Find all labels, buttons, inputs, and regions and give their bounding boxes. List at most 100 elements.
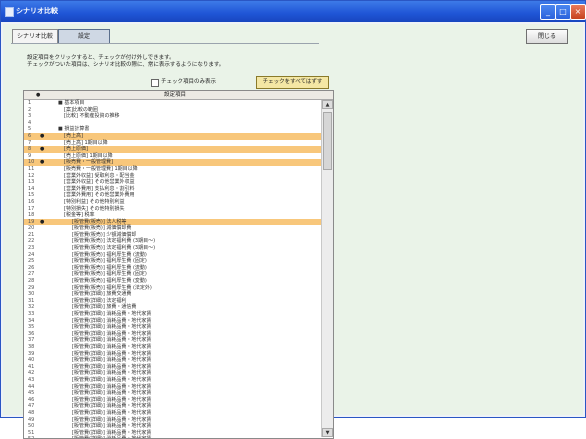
row-label: [販管費(詳細)] 消耗品費・地代家賃 [72, 357, 152, 364]
list-item[interactable]: 45 [販管費(詳細)] 消耗品費・地代家賃 [24, 390, 321, 397]
list-item[interactable]: 21 [販管費(販売)] 少額減価償却 [24, 232, 321, 239]
close-button[interactable]: 閉じる [526, 29, 568, 44]
list-item[interactable]: 20 [販管費(販売)] 減価償却費 [24, 225, 321, 232]
list-item[interactable]: 6 ● [売上高] [24, 132, 321, 140]
list-item[interactable]: 18 [税金等] 税率 [24, 212, 321, 219]
row-number: 2 [28, 106, 32, 113]
row-number: 13 [28, 179, 35, 186]
list-item[interactable]: 36 [販管費(詳細)] 消耗品費・地代家賃 [24, 331, 321, 338]
list-item[interactable]: 37 [販管費(詳細)] 消耗品費・地代家賃 [24, 337, 321, 344]
list-item[interactable]: 11 [販売費・一般管理費] 1期目以降 [24, 166, 321, 173]
list-item[interactable]: 31 [販管費(詳細)] 法定福利 [24, 298, 321, 305]
row-number: 46 [28, 396, 35, 403]
row-label: [営業外費用] その他営業外費用 [64, 192, 135, 199]
row-number: 45 [28, 390, 35, 397]
list-item[interactable]: 23 [販管費(販売)] 法定福利費 (3期目〜) [24, 245, 321, 252]
row-number: 1 [28, 100, 32, 106]
list-item[interactable]: 51 [販管費(詳細)] 消耗品費・地代家賃 [24, 430, 321, 437]
header-title-column: 設定項目 [164, 92, 187, 98]
row-number: 49 [28, 416, 35, 423]
list-item[interactable]: 46 [販管費(詳細)] 消耗品費・地代家賃 [24, 397, 321, 404]
scroll-thumb[interactable] [323, 112, 332, 170]
row-label: [販管費(販売)] 福利厚生費 (変動) [72, 278, 147, 285]
vertical-scrollbar[interactable]: ▲ ▼ [321, 100, 333, 437]
list-item[interactable]: 48 [販管費(詳細)] 消耗品費・地代家賃 [24, 410, 321, 417]
list-item[interactable]: 49 [販管費(詳細)] 消耗品費・地代家賃 [24, 417, 321, 424]
row-label: [販管費(詳細)] 消耗品費・地代家賃 [72, 311, 152, 317]
row-number: 43 [28, 376, 35, 383]
row-number: 41 [28, 363, 35, 370]
list-item[interactable]: 24 [販管費(販売)] 福利厚生費 (流動) [24, 252, 321, 259]
list-item[interactable]: 33 [販管費(詳細)] 消耗品費・地代家賃 [24, 311, 321, 318]
list-item[interactable]: 35 [販管費(詳細)] 消耗品費・地代家賃 [24, 324, 321, 331]
tab-scenario-compare[interactable]: シナリオ比較 [12, 29, 58, 44]
row-number: 44 [28, 383, 35, 390]
list-item[interactable]: 47 [販管費(詳細)] 消耗品費・地代家賃 [24, 403, 321, 410]
list-rows: 1 ■ 基本項目 2 [案]比較の範囲 3 [比較] 不動産投資の推移 4 5 ■ 損益計算書 6… [24, 100, 321, 438]
row-number: 39 [28, 350, 35, 357]
list-item[interactable]: 32 [販管費(詳細)] 旅費・通信費 [24, 304, 321, 311]
row-number: 25 [28, 258, 35, 265]
row-label: [売上原価] [64, 146, 88, 153]
uncheck-all-button[interactable]: チェックをすべてはずす [256, 76, 329, 89]
list-item[interactable]: 29 [販管費(販売)] 福利厚生費 (法定外) [24, 285, 321, 292]
title-bar[interactable]: シナリオ比較 _ □ × [1, 1, 586, 22]
row-number: 40 [28, 357, 35, 364]
list-item[interactable]: 10 ● [販売費・一般管理費] [24, 159, 321, 166]
list-item[interactable]: 34 [販管費(詳細)] 消耗品費・地代家賃 [24, 318, 321, 325]
list-item[interactable]: 44 [販管費(詳細)] 消耗品費・地代家賃 [24, 384, 321, 391]
check-mark: ● [40, 146, 45, 153]
list-item[interactable]: 16 [特別利益] その他特別利益 [24, 199, 321, 206]
list-item[interactable]: 28 [販管費(販売)] 福利厚生費 (変動) [24, 278, 321, 285]
list-item[interactable]: 50 [販管費(詳細)] 消耗品費・地代家賃 [24, 423, 321, 430]
row-number: 12 [28, 172, 35, 179]
scroll-up-button[interactable]: ▲ [322, 100, 333, 109]
scroll-down-button[interactable]: ▼ [322, 428, 333, 437]
list-item[interactable]: 25 [販管費(販売)] 福利厚生費 (固定) [24, 258, 321, 265]
list-item[interactable]: 39 [販管費(詳細)] 消耗品費・地代家賃 [24, 351, 321, 358]
list-item[interactable]: 30 [販管費(詳細)] 旅費交通費 [24, 291, 321, 298]
list-item[interactable]: 43 [販管費(詳細)] 消耗品費・地代家賃 [24, 377, 321, 384]
row-label: [販管費(詳細)] 消耗品費・地代家賃 [72, 343, 152, 350]
row-number: 10 [28, 159, 35, 166]
tab-settings[interactable]: 設定 [58, 29, 110, 44]
list-item[interactable]: 19 ● [販管費(販売)] 法人税等 [24, 218, 321, 226]
header-mark-column: ● [36, 92, 41, 98]
list-item[interactable]: 1 ■ 基本項目 [24, 100, 321, 107]
list-item[interactable]: 27 [販管費(販売)] 福利厚生費 (固定) [24, 271, 321, 278]
row-number: 51 [28, 429, 35, 436]
minimize-button[interactable]: _ [540, 4, 556, 20]
list-item[interactable]: 41 [販管費(詳細)] 消耗品費・地代家賃 [24, 364, 321, 371]
row-label: [販売費・一般管理費] [64, 159, 113, 166]
row-label: [比較] 不動産投資の推移 [64, 113, 120, 120]
row-number: 29 [28, 284, 35, 291]
maximize-button[interactable]: □ [555, 4, 571, 20]
row-label: [販管費(詳細)] 消耗品費・地代家賃 [72, 403, 152, 410]
list-item[interactable]: 42 [販管費(詳細)] 消耗品費・地代家賃 [24, 370, 321, 377]
row-label: [販管費(詳細)] 消耗品費・地代家賃 [72, 429, 152, 436]
checked-only-checkbox[interactable] [151, 79, 159, 87]
check-mark: ● [40, 132, 45, 139]
list-item[interactable]: 26 [販管費(販売)] 福利厚生費 (流動) [24, 265, 321, 272]
list-item[interactable]: 13 [営業外収益] その他営業外収益 [24, 179, 321, 186]
row-label: [販管費(販売)] 法定福利費 (3期目〜) [72, 245, 156, 252]
list-item[interactable]: 38 [販管費(詳細)] 消耗品費・地代家賃 [24, 344, 321, 351]
row-label: [販管費(詳細)] 旅費交通費 [72, 291, 132, 298]
close-window-button[interactable]: × [570, 4, 586, 20]
list-item[interactable]: 8 ● [売上原価] [24, 146, 321, 153]
list-item[interactable]: 5 ■ 損益計算書 [24, 126, 321, 133]
checked-only-toggle[interactable]: チェック項目のみ表示 [151, 78, 256, 87]
row-number: 36 [28, 330, 35, 337]
list-item[interactable]: 15 [営業外費用] その他営業外費用 [24, 192, 321, 199]
row-number: 17 [28, 205, 35, 212]
row-label: ■ 損益計算書 [58, 126, 90, 133]
list-item[interactable]: 40 [販管費(詳細)] 消耗品費・地代家賃 [24, 357, 321, 364]
list-item[interactable]: 22 [販管費(販売)] 法定福利費 (3期目〜) [24, 238, 321, 245]
row-number: 9 [28, 152, 32, 159]
row-label: [販管費(詳細)] 消耗品費・地代家賃 [72, 423, 152, 430]
tab-divider [11, 43, 319, 44]
list-item[interactable]: 3 [比較] 不動産投資の推移 [24, 113, 321, 120]
row-number: 11 [28, 165, 35, 172]
row-number: 8 [28, 146, 32, 153]
main-panel: シナリオ比較 設定 閉じる 設定項目をクリックすると、チェックが付け外しできます… [3, 24, 583, 439]
